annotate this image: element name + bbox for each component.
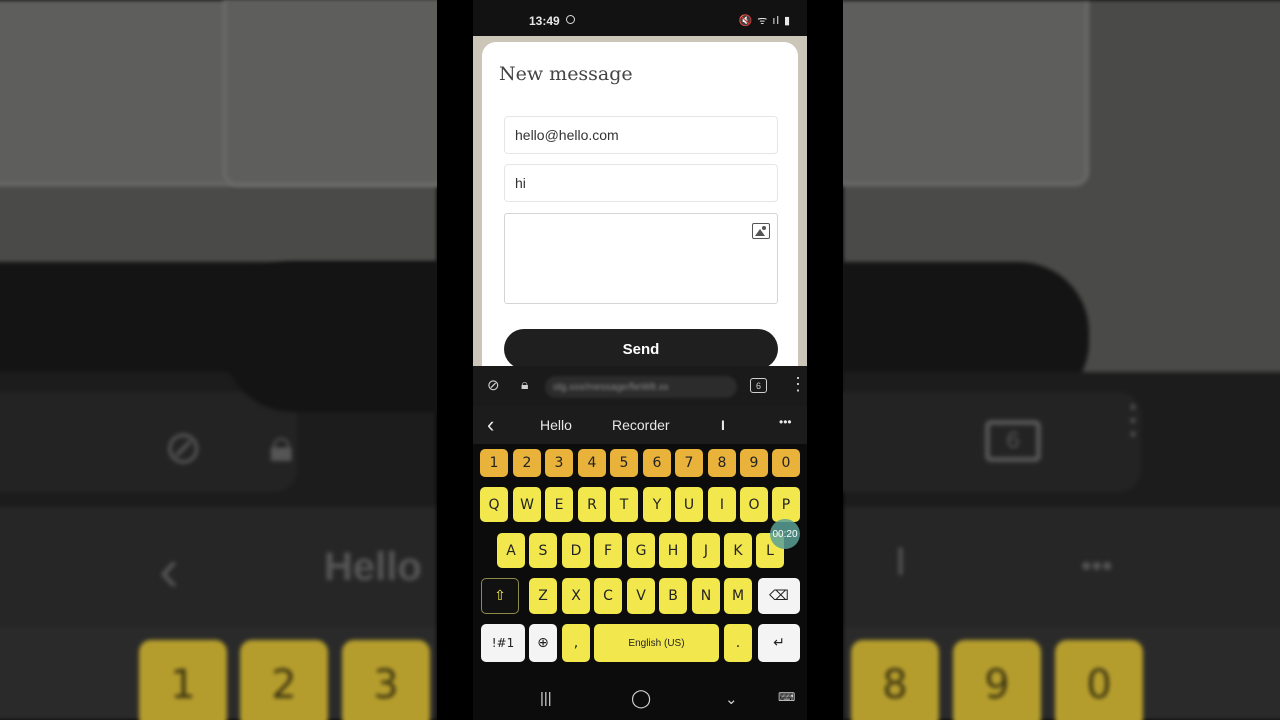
suggestion-item[interactable]: I bbox=[721, 417, 725, 433]
keyboard-hide-icon[interactable]: ⌨ bbox=[778, 690, 795, 704]
backdrop-key: 3 bbox=[342, 640, 430, 720]
key-8[interactable]: 8 bbox=[708, 449, 736, 477]
more-vert-icon: ⋮ bbox=[1113, 398, 1153, 442]
key-i[interactable]: I bbox=[708, 487, 736, 522]
status-bar: 13:49 🔇 ᯤ ıl ▮ bbox=[473, 0, 807, 40]
key-c[interactable]: C bbox=[594, 578, 622, 614]
record-indicator-icon bbox=[566, 15, 575, 24]
home-icon[interactable]: ◯ bbox=[631, 688, 651, 709]
status-icons: 🔇 ᯤ ıl ▮ bbox=[738, 15, 791, 27]
image-attach-icon[interactable] bbox=[752, 223, 770, 239]
key-y[interactable]: Y bbox=[643, 487, 671, 522]
dialog-title: New message bbox=[499, 63, 633, 85]
key-x[interactable]: X bbox=[562, 578, 590, 614]
phone-screen: 13:49 🔇 ᯤ ıl ▮ New message hello@hello.c… bbox=[473, 0, 807, 720]
key-v[interactable]: V bbox=[627, 578, 655, 614]
key-4[interactable]: 4 bbox=[578, 449, 606, 477]
tabs-icon: 6 bbox=[985, 420, 1041, 462]
keyboard-suggestion-bar: ‹ Hello Recorder I ••• bbox=[473, 406, 807, 444]
address-bar[interactable]: olg.xxx/message/fieW8.xx bbox=[545, 376, 737, 398]
enter-icon: ↵ bbox=[773, 635, 785, 651]
cursor-icon: I bbox=[895, 540, 907, 584]
back-chevron-icon[interactable]: ⌄ bbox=[725, 690, 738, 708]
key-z[interactable]: Z bbox=[529, 578, 557, 614]
symbols-key[interactable]: !#1 bbox=[481, 624, 525, 662]
status-time: 13:49 bbox=[529, 14, 560, 28]
tabs-button[interactable]: 6 bbox=[750, 378, 767, 393]
key-d[interactable]: D bbox=[562, 533, 590, 568]
backdrop-key: 8 bbox=[851, 640, 939, 720]
enter-key[interactable]: ↵ bbox=[758, 624, 800, 662]
key-n[interactable]: N bbox=[692, 578, 720, 614]
language-key[interactable]: ⊕ bbox=[529, 624, 557, 662]
chevron-left-icon[interactable]: ‹ bbox=[487, 412, 494, 438]
key-9[interactable]: 9 bbox=[740, 449, 768, 477]
phone-frame: 13:49 🔇 ᯤ ıl ▮ New message hello@hello.c… bbox=[437, 0, 843, 720]
chevron-left-icon: ‹ bbox=[159, 536, 179, 603]
screen-recording-frame: ⊘ 🔒︎ ‹ Hello 1 2 3 6 ⋮ I ••• 8 9 0 13:49… bbox=[0, 0, 1280, 720]
blurred-backdrop-right: 6 ⋮ I ••• 8 9 0 bbox=[223, 0, 1280, 720]
more-vert-icon[interactable]: ⋮ bbox=[789, 374, 807, 395]
key-f[interactable]: F bbox=[594, 533, 622, 568]
lock-icon[interactable]: 🔒︎ bbox=[521, 376, 528, 393]
key-j[interactable]: J bbox=[692, 533, 720, 568]
key-5[interactable]: 5 bbox=[610, 449, 638, 477]
system-navigation-bar: ||| ◯ ⌄ ⌨ bbox=[473, 676, 807, 720]
send-button[interactable]: Send bbox=[504, 329, 778, 369]
lock-icon: 🔒︎ bbox=[269, 419, 294, 471]
key-6[interactable]: 6 bbox=[643, 449, 671, 477]
key-r[interactable]: R bbox=[578, 487, 606, 522]
shift-arrow-icon: ⇧ bbox=[494, 588, 506, 604]
recent-apps-icon[interactable]: ||| bbox=[540, 690, 552, 707]
key-o[interactable]: O bbox=[740, 487, 768, 522]
key-1[interactable]: 1 bbox=[480, 449, 508, 477]
more-horiz-icon: ••• bbox=[1081, 550, 1113, 583]
backdrop-key: 9 bbox=[953, 640, 1041, 720]
key-u[interactable]: U bbox=[675, 487, 703, 522]
more-suggestions-icon[interactable]: ••• bbox=[779, 415, 792, 429]
shield-off-icon: ⊘ bbox=[164, 421, 203, 473]
browser-toolbar: ⊘ 🔒︎ olg.xxx/message/fieW8.xx 6 ⋮ bbox=[473, 366, 807, 406]
key-3[interactable]: 3 bbox=[545, 449, 573, 477]
message-body-textarea[interactable] bbox=[504, 213, 778, 304]
backdrop-key: 0 bbox=[1055, 640, 1143, 720]
new-message-dialog: New message hello@hello.com hi Send bbox=[482, 42, 798, 369]
recipient-email-field[interactable]: hello@hello.com bbox=[504, 116, 778, 154]
recording-timer-badge: 00:20 bbox=[770, 519, 800, 549]
period-key[interactable]: . bbox=[724, 624, 752, 662]
backdrop-key: 2 bbox=[240, 640, 328, 720]
globe-icon: ⊕ bbox=[537, 635, 549, 651]
backspace-icon: ⌫ bbox=[769, 588, 789, 604]
backspace-key[interactable]: ⌫ bbox=[758, 578, 800, 614]
suggestion-item[interactable]: Hello bbox=[540, 417, 572, 433]
backdrop-suggestion-text: Hello bbox=[324, 545, 422, 589]
shift-key[interactable]: ⇧ bbox=[481, 578, 519, 614]
key-7[interactable]: 7 bbox=[675, 449, 703, 477]
key-t[interactable]: T bbox=[610, 487, 638, 522]
key-p[interactable]: P bbox=[772, 487, 800, 522]
key-s[interactable]: S bbox=[529, 533, 557, 568]
key-q[interactable]: Q bbox=[480, 487, 508, 522]
space-key[interactable]: English (US) bbox=[594, 624, 719, 662]
comma-key[interactable]: , bbox=[562, 624, 590, 662]
key-h[interactable]: H bbox=[659, 533, 687, 568]
key-a[interactable]: A bbox=[497, 533, 525, 568]
key-e[interactable]: E bbox=[545, 487, 573, 522]
key-2[interactable]: 2 bbox=[513, 449, 541, 477]
key-m[interactable]: M bbox=[724, 578, 752, 614]
key-w[interactable]: W bbox=[513, 487, 541, 522]
suggestion-item[interactable]: Recorder bbox=[612, 417, 670, 433]
key-g[interactable]: G bbox=[627, 533, 655, 568]
key-k[interactable]: K bbox=[724, 533, 752, 568]
backdrop-key: 1 bbox=[139, 640, 227, 720]
subject-field[interactable]: hi bbox=[504, 164, 778, 202]
on-screen-keyboard: 1 2 3 4 5 6 7 8 9 0 Q W E R T Y U I O P … bbox=[473, 444, 807, 676]
key-0[interactable]: 0 bbox=[772, 449, 800, 477]
key-b[interactable]: B bbox=[659, 578, 687, 614]
shield-off-icon[interactable]: ⊘ bbox=[487, 376, 500, 394]
